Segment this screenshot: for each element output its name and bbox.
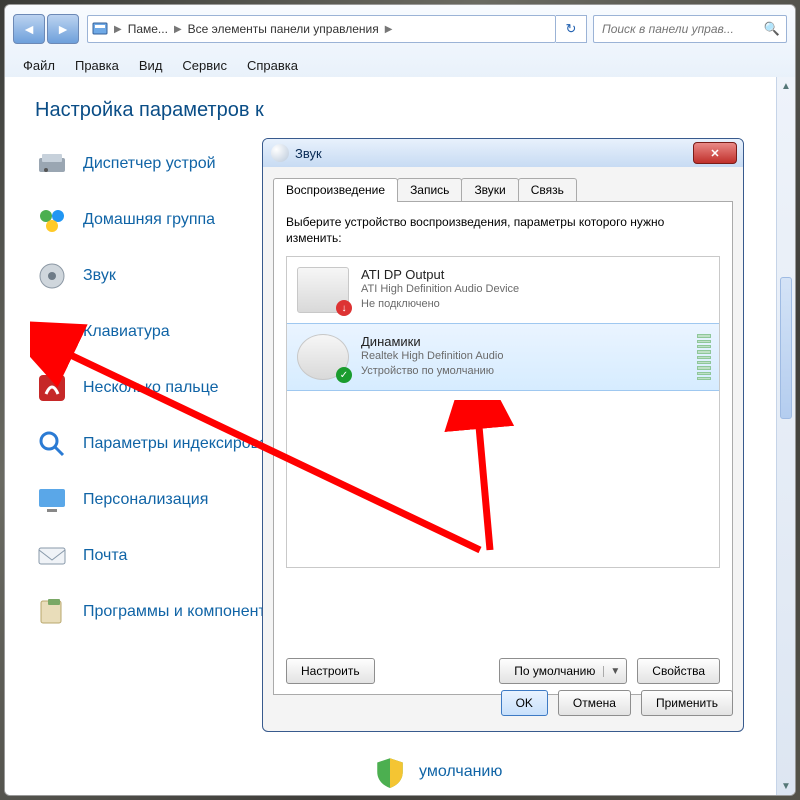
scroll-thumb[interactable] [780, 277, 792, 419]
set-default-button[interactable]: По умолчанию ▼ [499, 658, 627, 684]
speaker-device-icon: ✓ [297, 334, 349, 380]
device-row[interactable]: ✓ Динамики Realtek High Definition Audio… [287, 323, 719, 391]
mail-icon [35, 539, 69, 573]
status-default-icon: ✓ [336, 367, 352, 383]
control-panel-icon [92, 21, 108, 37]
tab-strip: Воспроизведение Запись Звуки Связь [273, 177, 733, 201]
menu-help[interactable]: Справка [239, 56, 306, 75]
cp-item-mail[interactable]: Почта [35, 539, 294, 573]
speaker-icon [271, 144, 289, 162]
device-name: ATI DP Output [361, 267, 519, 282]
tab-communications[interactable]: Связь [518, 178, 577, 202]
properties-button[interactable]: Свойства [637, 658, 720, 684]
cp-item-sound[interactable]: Звук [35, 259, 294, 293]
status-error-icon: ↓ [336, 300, 352, 316]
tab-panel-playback: Выберите устройство воспроизведения, пар… [273, 201, 733, 695]
vertical-scrollbar[interactable]: ▲ ▼ [776, 77, 795, 795]
configure-button[interactable]: Настроить [286, 658, 375, 684]
search-input[interactable] [600, 21, 764, 37]
tab-recording[interactable]: Запись [397, 178, 462, 202]
sound-dialog: Звук ✕ Воспроизведение Запись Звуки Связ… [262, 138, 744, 732]
cp-item-label: Звук [83, 267, 116, 285]
cp-item-device-manager[interactable]: Диспетчер устрой [35, 147, 294, 181]
cp-item-multitouch[interactable]: Несколько пальце [35, 371, 294, 405]
dialog-titlebar[interactable]: Звук ✕ [263, 139, 743, 167]
device-manager-icon [35, 147, 69, 181]
panel-prompt: Выберите устройство воспроизведения, пар… [286, 214, 720, 246]
panel-button-row: Настроить По умолчанию ▼ Свойства [286, 658, 720, 684]
tab-playback[interactable]: Воспроизведение [273, 178, 398, 202]
cp-item-keyboard[interactable]: Клавиатура [35, 315, 294, 349]
scroll-down-button[interactable]: ▼ [777, 777, 795, 795]
cancel-button[interactable]: Отмена [558, 690, 631, 716]
control-panel-list: Диспетчер устрой Домашняя группа Звук [35, 147, 294, 629]
window-titlebar: ◄ ► ▶ Паме... ▶ Все элементы панели упра… [5, 5, 795, 53]
device-name: Динамики [361, 334, 503, 349]
cp-item-indexing[interactable]: Параметры индексирования [35, 427, 294, 461]
address-bar[interactable]: ▶ Паме... ▶ Все элементы панели управлен… [87, 15, 556, 43]
desktop-background: ◄ ► ▶ Паме... ▶ Все элементы панели упра… [0, 0, 800, 800]
dialog-button-row: OK Отмена Применить [273, 687, 733, 719]
page-title: Настройка параметров к [35, 99, 264, 122]
device-driver: ATI High Definition Audio Device [361, 282, 519, 297]
cp-item-label: Почта [83, 547, 127, 565]
cp-item-label: Несколько пальце [83, 379, 219, 397]
breadcrumb-item[interactable]: Все элементы панели управления [188, 22, 379, 36]
cp-item-label: Диспетчер устрой [83, 155, 216, 173]
programs-icon [35, 595, 69, 629]
cp-item-programs[interactable]: Программы и компоненты [35, 595, 294, 629]
cp-item-label: Домашняя группа [83, 211, 215, 229]
personalization-icon [35, 483, 69, 517]
menu-view[interactable]: Вид [131, 56, 171, 75]
device-row[interactable]: ↓ ATI DP Output ATI High Definition Audi… [287, 257, 719, 323]
menu-edit[interactable]: Правка [67, 56, 127, 75]
button-label: По умолчанию [514, 664, 595, 678]
scroll-up-button[interactable]: ▲ [777, 77, 795, 95]
chevron-right-icon: ▶ [174, 24, 182, 35]
nav-forward-button[interactable]: ► [47, 14, 79, 44]
cp-item-label: умолчанию [419, 762, 502, 782]
cp-item-label: Программы и компоненты [83, 603, 277, 621]
monitor-icon: ↓ [297, 267, 349, 313]
menu-bar: Файл Правка Вид Сервис Справка [5, 53, 795, 77]
menu-service[interactable]: Сервис [174, 56, 235, 75]
dialog-title: Звук [295, 146, 322, 161]
breadcrumb-item[interactable]: Паме... [128, 22, 168, 36]
indexing-icon [35, 427, 69, 461]
chevron-down-icon[interactable]: ▼ [603, 666, 620, 677]
keyboard-icon [35, 315, 69, 349]
nav-back-button[interactable]: ◄ [13, 14, 45, 44]
cp-item-default-programs[interactable]: умолчанию [373, 755, 502, 789]
cp-item-homegroup[interactable]: Домашняя группа [35, 203, 294, 237]
chevron-right-icon: ▶ [385, 24, 393, 35]
ok-button[interactable]: OK [501, 690, 548, 716]
cp-item-personalization[interactable]: Персонализация [35, 483, 294, 517]
homegroup-icon [35, 203, 69, 237]
cp-item-label: Персонализация [83, 491, 208, 509]
device-status: Не подключено [361, 297, 519, 312]
menu-file[interactable]: Файл [15, 56, 63, 75]
refresh-button[interactable]: ↻ [556, 15, 587, 43]
close-button[interactable]: ✕ [693, 142, 737, 164]
shield-icon [373, 755, 407, 789]
device-status: Устройство по умолчанию [361, 364, 503, 379]
sound-icon [35, 259, 69, 293]
device-list[interactable]: ↓ ATI DP Output ATI High Definition Audi… [286, 256, 720, 568]
search-icon: 🔍 [764, 21, 780, 37]
cp-item-label: Клавиатура [83, 323, 170, 341]
close-icon: ✕ [710, 147, 719, 160]
tab-sounds[interactable]: Звуки [461, 178, 518, 202]
multitouch-icon [35, 371, 69, 405]
dialog-body: Воспроизведение Запись Звуки Связь Выбер… [273, 175, 733, 677]
device-driver: Realtek High Definition Audio [361, 349, 503, 364]
apply-button[interactable]: Применить [641, 690, 733, 716]
level-meter [697, 334, 711, 380]
chevron-right-icon: ▶ [114, 24, 122, 35]
search-box[interactable]: 🔍 [593, 15, 787, 43]
